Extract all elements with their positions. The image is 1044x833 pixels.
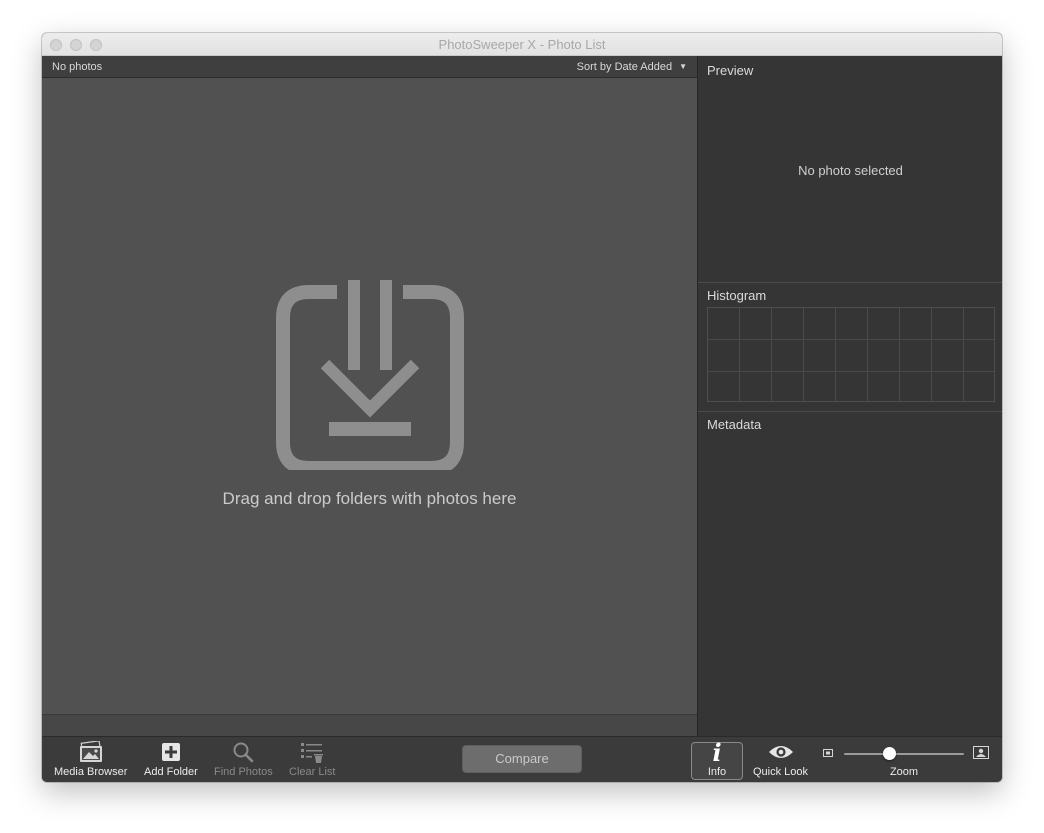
zoom-slider-track[interactable] — [844, 753, 964, 755]
drop-folder-icon — [276, 280, 464, 470]
clear-list-icon — [301, 743, 324, 763]
sort-dropdown-label: Sort by Date Added — [576, 61, 673, 73]
bottom-toolbar: Media Browser Add Folder Find Photos Cle… — [42, 736, 1002, 782]
media-browser-label: Media Browser — [54, 766, 128, 778]
preview-title: Preview — [707, 63, 754, 78]
find-photos-label: Find Photos — [214, 766, 273, 778]
add-folder-label: Add Folder — [144, 766, 198, 778]
metadata-title: Metadata — [707, 417, 762, 432]
histogram-title: Histogram — [707, 288, 767, 303]
zoom-small-icon — [823, 749, 833, 757]
media-browser-icon — [79, 741, 102, 762]
photo-count-label: No photos — [52, 61, 103, 73]
window-title: PhotoSweeper X - Photo List — [438, 37, 606, 52]
inspector-sidebar: Preview No photo selected Histogram Meta… — [697, 56, 1002, 736]
info-icon: i — [712, 737, 722, 767]
photo-list-pane[interactable]: No photos Sort by Date Added ▼ Drag and d… — [42, 56, 697, 736]
photo-list-status-bar — [42, 714, 697, 736]
media-browser-button[interactable]: Media Browser — [54, 740, 127, 778]
app-window: PhotoSweeper X - Photo List No photos So… — [42, 33, 1002, 782]
zoom-slider-knob[interactable] — [883, 747, 897, 760]
quick-look-icon — [768, 746, 793, 758]
histogram-graph — [707, 307, 995, 402]
clear-list-button[interactable]: Clear List — [289, 740, 335, 778]
find-photos-button[interactable]: Find Photos — [214, 740, 273, 778]
info-label: Info — [707, 766, 727, 778]
quick-look-button[interactable]: Quick Look — [753, 740, 808, 778]
quick-look-label: Quick Look — [753, 766, 809, 778]
sort-dropdown[interactable]: Sort by Date Added ▼ — [577, 61, 687, 73]
zoom-large-icon — [973, 746, 989, 759]
title-bar: PhotoSweeper X - Photo List — [42, 33, 1002, 56]
add-folder-button[interactable]: Add Folder — [144, 740, 198, 778]
info-button-content[interactable]: i Info — [691, 737, 743, 779]
find-photos-icon — [233, 742, 254, 763]
add-folder-icon — [161, 743, 180, 761]
histogram-divider — [698, 411, 1002, 412]
drop-hint-text: Drag and drop folders with photos here — [222, 489, 517, 508]
photo-list-header: No photos Sort by Date Added ▼ — [42, 56, 697, 78]
clear-list-label: Clear List — [289, 766, 336, 778]
compare-button[interactable]: Compare — [462, 745, 582, 773]
chevron-down-icon: ▼ — [679, 62, 687, 71]
preview-divider — [698, 282, 1002, 283]
preview-empty-text: No photo selected — [798, 163, 903, 178]
zoom-label: Zoom — [889, 766, 919, 778]
